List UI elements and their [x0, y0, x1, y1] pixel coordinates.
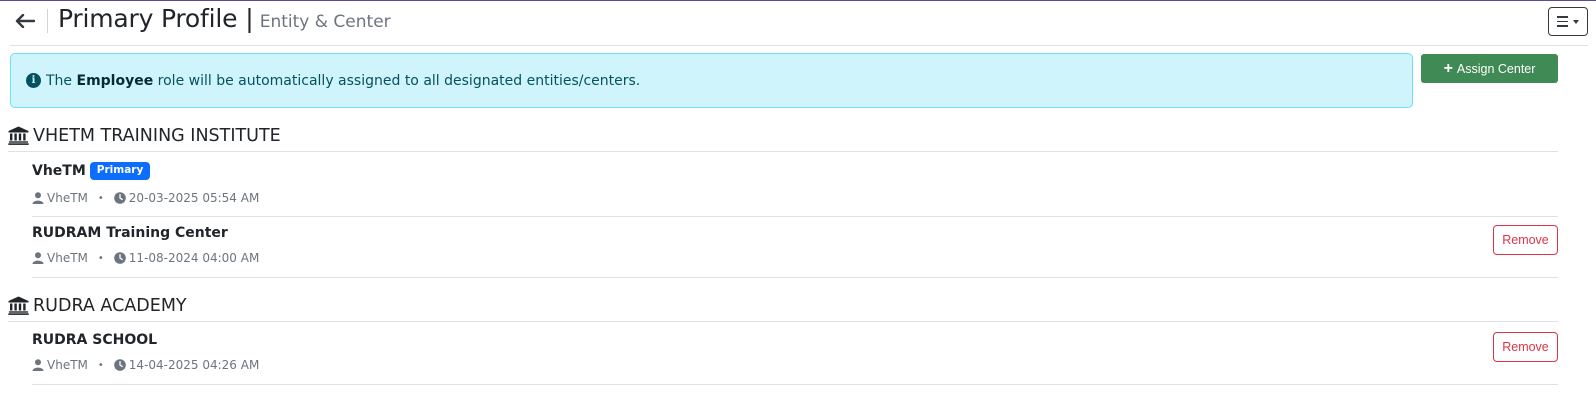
created-date: 11-08-2024 04:00 AM	[128, 251, 260, 265]
user-icon	[32, 359, 44, 371]
header-divider	[47, 9, 48, 33]
created-by: VheTM	[47, 251, 88, 265]
alert-message: role will be automatically assigned to a…	[157, 72, 641, 89]
assign-center-label: Assign Center	[1456, 61, 1536, 76]
entity-header: VHETM TRAINING INSTITUTE	[8, 120, 1558, 152]
meta-separator: •	[97, 192, 104, 204]
menu-dropdown-button[interactable]	[1548, 7, 1588, 36]
user-icon	[32, 252, 44, 264]
center-row: VheTM Primary VheTM • 20-03-2025 05:54 A…	[32, 155, 1558, 217]
assign-center-button[interactable]: + Assign Center	[1421, 54, 1558, 83]
menu-icon	[1557, 16, 1568, 27]
clock-icon	[113, 252, 126, 264]
arrow-left-icon	[15, 14, 35, 28]
center-meta: VheTM • 20-03-2025 05:54 AM	[32, 191, 259, 205]
page-title: Primary Profile | Entity & Center	[58, 4, 391, 33]
center-meta: VheTM • 14-04-2025 04:26 AM	[32, 358, 259, 372]
info-alert: i The Employee role will be automaticall…	[10, 53, 1413, 108]
created-date: 20-03-2025 05:54 AM	[128, 191, 260, 205]
plus-icon: +	[1443, 59, 1453, 77]
info-circle-icon: i	[26, 73, 41, 88]
page-subtitle: Entity & Center	[259, 12, 391, 32]
created-by: VheTM	[47, 191, 88, 205]
center-row: RUDRAM Training Center VheTM • 11-08-202…	[32, 217, 1558, 278]
bank-icon	[8, 296, 29, 315]
created-date: 14-04-2025 04:26 AM	[128, 358, 260, 372]
title-separator: |	[245, 4, 254, 33]
meta-separator: •	[97, 252, 104, 264]
remove-button[interactable]: Remove	[1493, 225, 1558, 255]
clock-icon	[113, 192, 126, 204]
center-meta: VheTM • 11-08-2024 04:00 AM	[32, 251, 259, 265]
back-button[interactable]	[12, 9, 38, 33]
alert-prefix: The	[46, 72, 73, 89]
center-name: VheTM	[32, 162, 86, 179]
entity-header: RUDRA ACADEMY	[8, 290, 1558, 322]
center-name-wrap: RUDRA SCHOOL	[32, 332, 157, 348]
page-title-text: Primary Profile	[58, 4, 238, 33]
page-header: Primary Profile | Entity & Center	[10, 1, 1588, 46]
center-name-wrap: VheTM Primary	[32, 162, 151, 180]
alert-role: Employee	[76, 72, 154, 89]
entity-name: RUDRA ACADEMY	[33, 295, 187, 316]
bank-icon	[8, 126, 29, 145]
created-by: VheTM	[47, 358, 88, 372]
center-name: RUDRA SCHOOL	[32, 332, 158, 348]
center-row: RUDRA SCHOOL VheTM • 14-04-2025 04:26 AM…	[32, 324, 1558, 385]
remove-button[interactable]: Remove	[1493, 332, 1558, 362]
caret-down-icon	[1573, 19, 1579, 24]
clock-icon	[113, 359, 126, 371]
meta-separator: •	[97, 359, 104, 371]
user-icon	[32, 192, 44, 204]
center-name: RUDRAM Training Center	[32, 225, 228, 241]
center-name-wrap: RUDRAM Training Center	[32, 225, 228, 241]
entity-name: VHETM TRAINING INSTITUTE	[33, 125, 281, 146]
primary-badge: Primary	[89, 162, 151, 180]
